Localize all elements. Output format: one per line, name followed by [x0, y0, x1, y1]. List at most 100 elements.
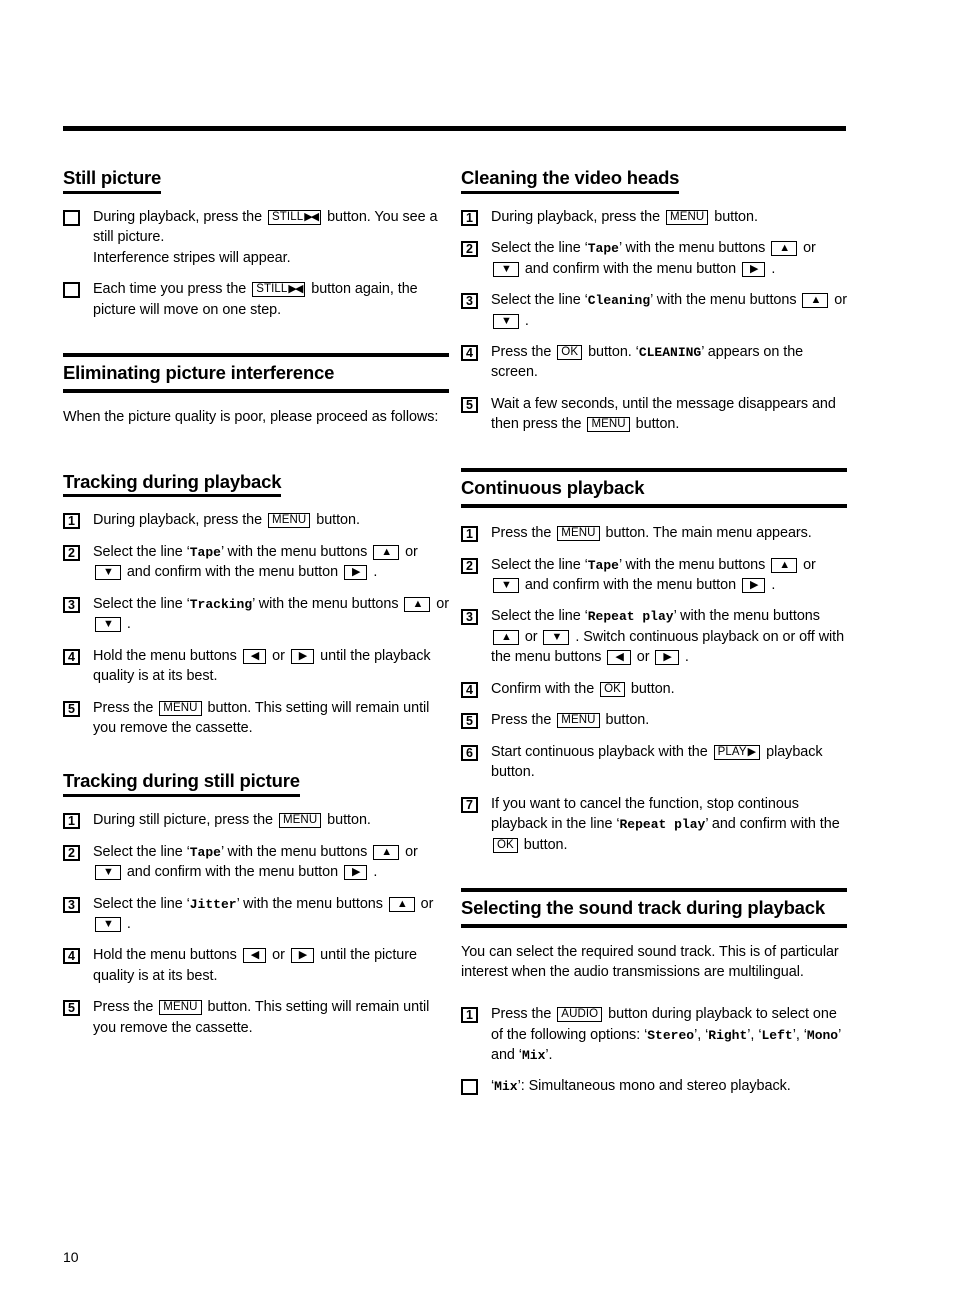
bullet-checkbox-icon [63, 209, 80, 226]
key-menu-button[interactable]: MENU [278, 813, 322, 829]
key-down-icon[interactable]: ▼ [493, 577, 519, 593]
key-glyph-icon: ▶ [663, 651, 672, 664]
step-text: If you want to cancel the function, stop… [491, 795, 840, 853]
step-item: 4 Hold the menu buttons ◀ or ▶ until the … [63, 646, 449, 687]
key-play-button[interactable]: PLAY▶ [713, 744, 761, 760]
key-glyph-icon: ▼ [103, 566, 114, 579]
step-number: 4 [63, 948, 80, 965]
step-item: 4 Confirm with the OK button. [461, 679, 847, 699]
step-number: 2 [63, 544, 80, 561]
key-menu-button[interactable]: MENU [159, 700, 202, 716]
section-intro-eliminating-picture-interference: When the picture quality is poor, please… [63, 409, 439, 426]
right-column: Cleaning the video heads 1 During playback… [461, 167, 847, 1130]
key-down-icon[interactable]: ▼ [493, 313, 519, 329]
key-glyph-icon: ▲ [396, 897, 408, 910]
step-text: Select the line ‘Tape’ with the menu but… [491, 240, 816, 277]
section-heading-still-picture: Still picture [63, 167, 161, 194]
key-glyph-icon: ▶ [298, 949, 308, 962]
key-menu-button[interactable]: MENU [666, 209, 709, 225]
step-text: During playback, press the MENU button. [93, 512, 360, 529]
step-number: 3 [461, 609, 478, 626]
key-audio-button[interactable]: AUDIO [557, 1007, 603, 1023]
key-glyph-icon: ◀ [250, 649, 260, 662]
key-menu-button[interactable]: MENU [268, 513, 311, 529]
key-label: STILL [256, 283, 288, 296]
key-label: STILL [272, 210, 304, 223]
step-number: 3 [63, 896, 80, 913]
key-left-icon[interactable]: ◀ [607, 650, 631, 666]
key-left-icon[interactable]: ◀ [242, 648, 267, 664]
key-label: MENU [561, 714, 596, 727]
key-up-icon[interactable]: ▲ [802, 293, 829, 309]
key-right-icon[interactable]: ▶ [741, 577, 766, 593]
key-down-icon[interactable]: ▼ [95, 565, 121, 581]
step-item: 1 During still picture, press the MENU bu… [63, 810, 449, 830]
key-menu-button[interactable]: MENU [159, 1000, 202, 1016]
key-ok-button[interactable]: OK [557, 344, 583, 360]
key-glyph-icon: ▲ [381, 545, 392, 558]
onscreen-term: Tape [587, 241, 619, 257]
key-glyph-icon: ▲ [810, 294, 821, 307]
step-item: 2 Select the line ‘Tape’ with the menu bu… [461, 238, 847, 279]
step-text: Select the line ‘Tape’ with the menu but… [93, 543, 418, 581]
bullet-checkbox-icon [63, 282, 80, 299]
key-glyph-icon: ▶ [351, 866, 361, 879]
step-item: 4 Hold the menu buttons ◀ or ▶ until the … [63, 945, 449, 986]
key-right-icon[interactable]: ▶ [343, 865, 368, 881]
onscreen-term: Cleaning [587, 293, 651, 309]
key-menu-button[interactable]: MENU [587, 417, 630, 433]
key-up-icon[interactable]: ▲ [373, 844, 400, 860]
key-up-icon[interactable]: ▲ [388, 896, 415, 912]
step-number: 1 [461, 526, 478, 543]
key-glyph-icon: ▼ [103, 618, 114, 631]
key-label: OK [561, 345, 579, 358]
key-menu-button[interactable]: MENU [557, 526, 600, 542]
key-up-icon[interactable]: ▲ [771, 557, 798, 573]
key-glyph-icon: ◀ [250, 949, 260, 962]
step-item: 1 Press the MENU button. The main menu ap… [461, 523, 847, 543]
key-down-icon[interactable]: ▼ [543, 629, 570, 645]
key-up-icon[interactable]: ▲ [404, 596, 431, 612]
key-down-icon[interactable]: ▼ [493, 261, 519, 277]
key-label: MENU [272, 514, 307, 527]
key-label: OK [604, 682, 621, 695]
onscreen-term: Jitter [189, 896, 237, 912]
step-text: Press the MENU button. This setting will… [93, 699, 430, 737]
step-number: 3 [461, 293, 478, 310]
step-item: 1 During playback, press the MENU button. [63, 510, 449, 530]
step-number: 1 [461, 1007, 478, 1024]
key-still-button[interactable]: STILL▶◀ [268, 209, 322, 225]
step-item: 6 Start continuous playback with the PLAY… [461, 742, 847, 783]
key-up-icon[interactable]: ▲ [493, 629, 519, 645]
key-label: MENU [561, 527, 596, 540]
key-menu-button[interactable]: MENU [557, 713, 600, 729]
key-label: MENU [670, 210, 705, 223]
key-right-icon[interactable]: ▶ [655, 650, 679, 666]
onscreen-term: Mix [521, 1048, 546, 1063]
key-up-icon[interactable]: ▲ [373, 544, 400, 560]
key-ok-button[interactable]: OK [600, 681, 625, 697]
section-heading-cleaning-the-video-heads: Cleaning the video heads [461, 167, 679, 194]
left-column: Still picture During playback, press the … [63, 167, 449, 1071]
step-item: ‘Mix’: Simultaneous mono and stereo play… [461, 1076, 847, 1096]
key-down-icon[interactable]: ▼ [95, 917, 121, 933]
key-down-icon[interactable]: ▼ [95, 617, 121, 633]
key-glyph-icon: ▲ [412, 597, 423, 610]
step-text: Wait a few seconds, until the message di… [491, 395, 836, 433]
key-ok-button[interactable]: OK [493, 837, 518, 853]
key-up-icon[interactable]: ▲ [771, 241, 798, 257]
step-item: 5 Press the MENU button. This setting wil… [63, 698, 449, 739]
key-down-icon[interactable]: ▼ [95, 865, 121, 881]
key-right-icon[interactable]: ▶ [343, 565, 368, 581]
key-right-icon[interactable]: ▶ [741, 261, 766, 277]
key-right-icon[interactable]: ▶ [290, 948, 315, 964]
key-still-button[interactable]: STILL▶◀ [252, 282, 306, 298]
step-item: 1 Press the AUDIO button during playback … [461, 1004, 847, 1065]
key-right-icon[interactable]: ▶ [290, 648, 315, 664]
key-label: MENU [282, 814, 318, 827]
key-left-icon[interactable]: ◀ [242, 948, 267, 964]
